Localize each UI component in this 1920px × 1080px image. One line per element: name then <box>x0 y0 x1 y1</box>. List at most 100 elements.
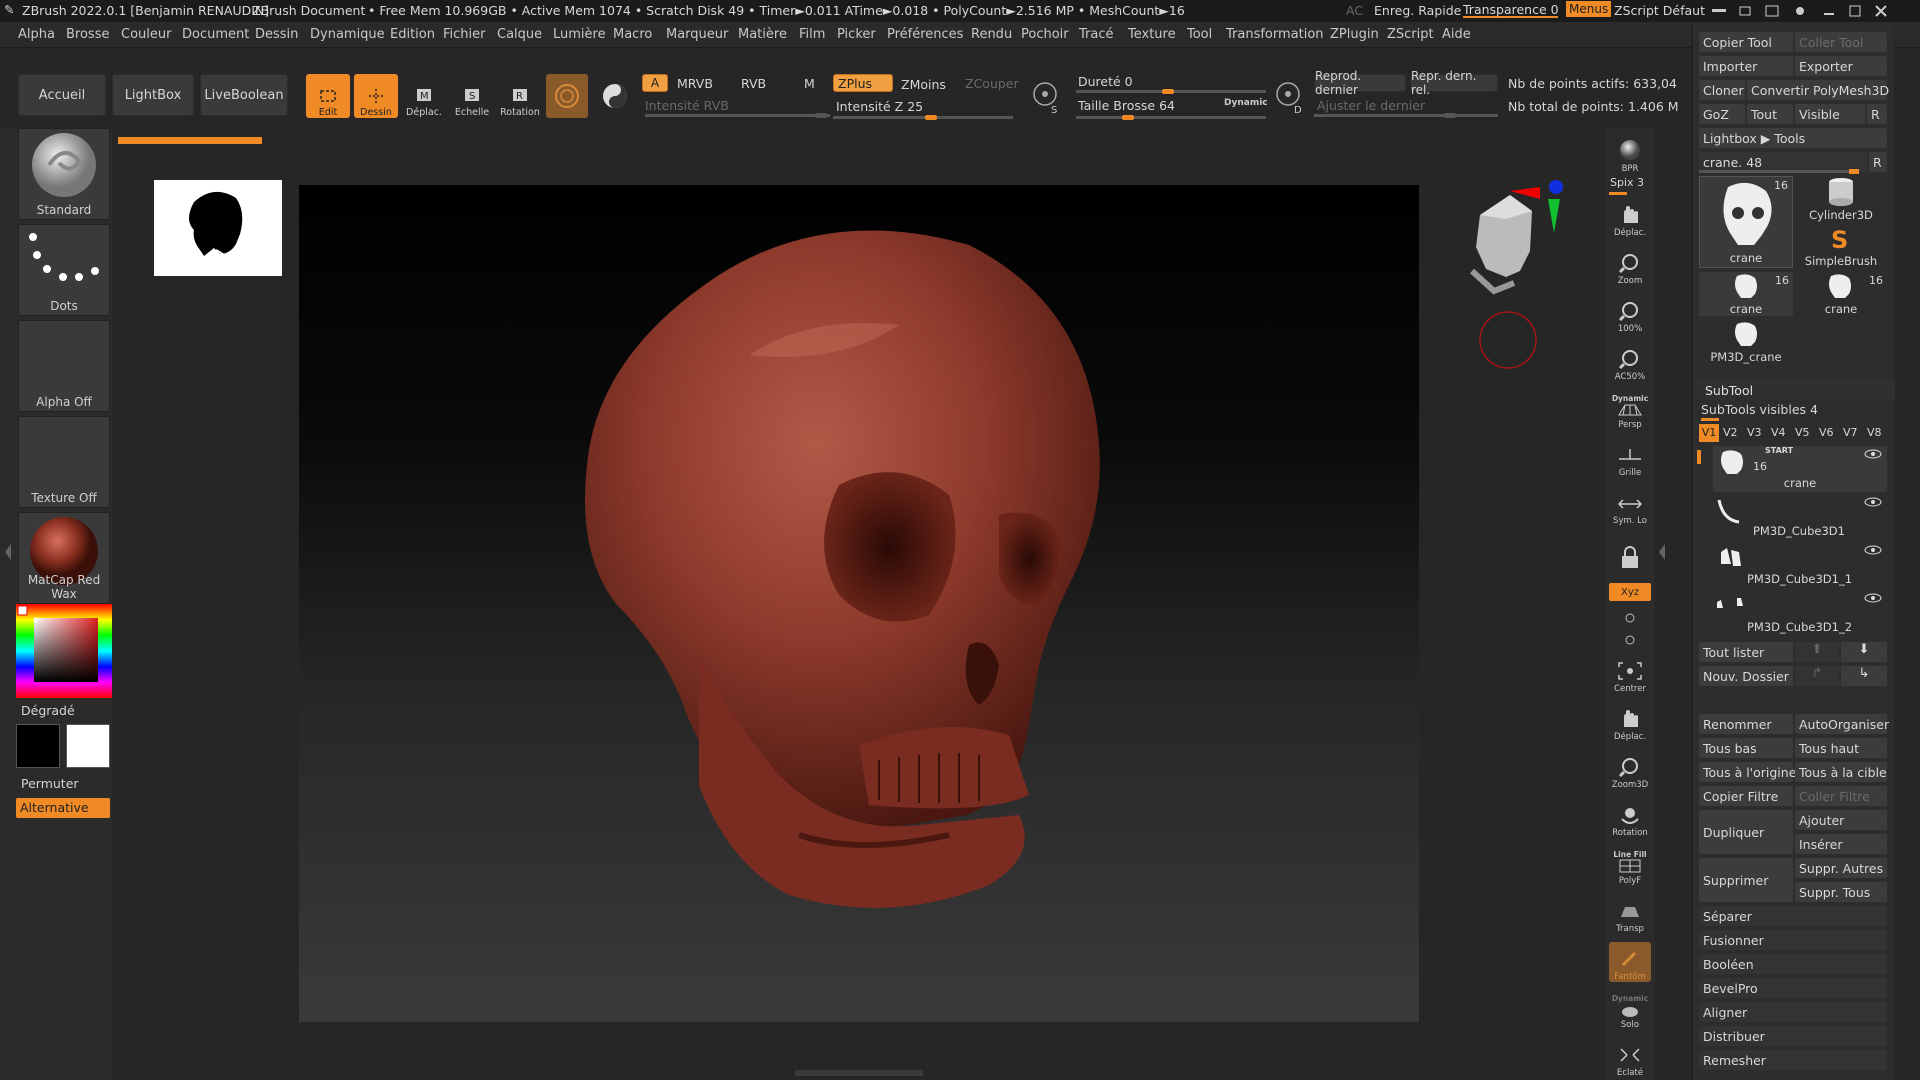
folder-down-arrow[interactable]: ↳ <box>1841 666 1887 686</box>
menu-preferences[interactable]: Préférences <box>887 27 963 42</box>
tool-r-button[interactable]: R <box>1869 152 1887 172</box>
local-symmetry-button[interactable]: Sym. Lo <box>1609 486 1651 526</box>
all-low-button[interactable]: Tous bas <box>1699 738 1793 758</box>
move-up-arrow[interactable]: ⬆ <box>1795 642 1839 662</box>
right-tray-collapse-arrow[interactable] <box>1658 540 1666 564</box>
goz-button[interactable]: GoZ <box>1699 104 1745 124</box>
secondary-color-swatch[interactable] <box>66 724 110 768</box>
rgb-intensity-track[interactable] <box>645 113 830 118</box>
rename-button[interactable]: Renommer <box>1699 714 1793 734</box>
version-tab-v6[interactable]: V6 <box>1819 426 1834 439</box>
subtool-row-pm3d-cube3d1[interactable]: PM3D_Cube3D1 <box>1713 494 1887 540</box>
duplicate-button[interactable]: Dupliquer <box>1699 810 1793 854</box>
liveboolean-button[interactable]: LiveBoolean <box>200 74 288 116</box>
merge-section[interactable]: Fusionner <box>1699 930 1887 950</box>
menu-alpha[interactable]: Alpha <box>18 27 55 42</box>
ghost-button[interactable]: Fantôm <box>1609 942 1651 982</box>
move-down-arrow[interactable]: ⬇ <box>1841 642 1887 662</box>
alternate-toggle[interactable]: Alternative <box>16 798 110 818</box>
actual-size-button[interactable]: 100% <box>1609 294 1651 334</box>
version-tab-v4[interactable]: V4 <box>1771 426 1786 439</box>
left-tray-collapse-arrow[interactable] <box>4 540 12 564</box>
mrgb-toggle[interactable]: MRVB <box>677 76 713 91</box>
menu-color[interactable]: Couleur <box>121 27 171 42</box>
rgb-intensity-slider[interactable]: Intensité RVB <box>645 98 729 113</box>
dynamic-toggle[interactable]: Dynamic <box>1224 98 1268 108</box>
lightbox-button[interactable]: LightBox <box>112 74 194 116</box>
eye-icon[interactable] <box>1863 448 1883 460</box>
frame-button[interactable]: Centrer <box>1609 654 1651 694</box>
material-selector[interactable]: MatCap Red Wax <box>18 512 110 604</box>
move-button[interactable]: M Déplac. <box>402 74 446 118</box>
menu-tool[interactable]: Tool <box>1187 27 1212 42</box>
menu-layer[interactable]: Calque <box>497 27 542 42</box>
xpose-button[interactable]: Eclaté <box>1609 1038 1651 1078</box>
hardness-slider[interactable]: Dureté 0 <box>1078 74 1133 89</box>
home-button[interactable]: Accueil <box>18 74 106 116</box>
polyframe-button[interactable]: Line Fill PolyF <box>1609 846 1651 886</box>
zoom-button[interactable]: Zoom <box>1609 246 1651 286</box>
delete-other-button[interactable]: Suppr. Autres <box>1795 858 1887 878</box>
bottom-scroll-handle[interactable] <box>795 1070 923 1076</box>
list-all-button[interactable]: Tout lister <box>1699 642 1793 662</box>
scroll-button[interactable]: Déplac. <box>1609 198 1651 238</box>
z-rotate-toggle[interactable] <box>1623 632 1637 646</box>
append-button[interactable]: Ajouter <box>1795 810 1887 830</box>
main-color-swatch[interactable] <box>16 724 60 768</box>
replay-last-button[interactable]: Reprod. dernier <box>1314 69 1406 97</box>
menu-draw[interactable]: Dessin <box>255 27 298 42</box>
paste-filter-button[interactable]: Coller Filtre <box>1795 786 1887 806</box>
bevelpro-section[interactable]: BevelPro <box>1699 978 1887 998</box>
menu-dynamics[interactable]: Dynamique <box>310 27 385 42</box>
delete-all-button[interactable]: Suppr. Tous <box>1795 882 1887 902</box>
menu-help[interactable]: Aide <box>1442 27 1471 42</box>
zscript-default[interactable]: ZScript Défaut <box>1614 3 1705 18</box>
make-polymesh-button[interactable]: Convertir PolyMesh3D <box>1747 80 1889 100</box>
tool-thumb-pm3d-crane[interactable]: PM3D_crane <box>1699 320 1793 364</box>
zoom-3d-button[interactable]: Zoom3D <box>1609 750 1651 790</box>
autoreorder-button[interactable]: AutoOrganiser <box>1795 714 1889 734</box>
subtool-row-pm3d-cube3d1-1[interactable]: PM3D_Cube3D1_1 <box>1713 542 1887 588</box>
copy-filter-button[interactable]: Copier Filtre <box>1699 786 1793 806</box>
subtool-row-pm3d-cube3d1-2[interactable]: PM3D_Cube3D1_2 <box>1713 590 1887 636</box>
aahalf-button[interactable]: AC50% <box>1609 342 1651 382</box>
floor-button[interactable]: Grille <box>1609 438 1651 478</box>
window-controls[interactable] <box>1710 3 1915 22</box>
rgb-toggle[interactable]: RVB <box>741 76 766 91</box>
rotate-button[interactable]: R Rotation <box>498 74 542 118</box>
edit-button[interactable]: Edit <box>306 74 350 118</box>
copy-tool-button[interactable]: Copier Tool <box>1699 32 1793 52</box>
menu-picker[interactable]: Picker <box>837 27 876 42</box>
version-tab-v7[interactable]: V7 <box>1843 426 1858 439</box>
xyz-rotate-toggle[interactable]: Xyz <box>1609 583 1651 601</box>
focal-shift-button[interactable]: S <box>1030 80 1066 116</box>
document-thumbnail[interactable] <box>154 180 282 276</box>
subtool-scroll-indicator[interactable] <box>1697 450 1701 464</box>
quicksave-button[interactable]: Enreg. Rapide <box>1374 3 1461 18</box>
menu-texture[interactable]: Texture <box>1128 27 1176 42</box>
folder-up-arrow[interactable]: ↱ <box>1795 666 1839 686</box>
all-to-home-button[interactable]: Tous à l'origine <box>1699 762 1796 782</box>
z-intensity-track[interactable] <box>833 115 1013 120</box>
menu-file[interactable]: Fichier <box>443 27 486 42</box>
tool-thumb-crane-main[interactable]: 16 crane <box>1699 176 1793 268</box>
all-to-target-button[interactable]: Tous à la cible <box>1795 762 1887 782</box>
eye-icon[interactable] <box>1863 496 1883 508</box>
texture-selector[interactable]: Texture Off <box>18 416 110 508</box>
remesh-section[interactable]: Remesher <box>1699 1050 1887 1070</box>
transp-button[interactable]: Transp <box>1609 894 1651 934</box>
navigation-gizmo[interactable] <box>1460 175 1570 375</box>
boolean-section[interactable]: Booléen <box>1699 954 1887 974</box>
menu-stroke[interactable]: Tracé <box>1079 27 1114 42</box>
draw-button[interactable]: Dessin <box>354 74 398 118</box>
menu-light[interactable]: Lumière <box>553 27 606 42</box>
spix-slider[interactable]: Spix 3 <box>1610 176 1644 189</box>
insert-button[interactable]: Insérer <box>1795 834 1887 854</box>
lightbox-tools-button[interactable]: Lightbox ▶ Tools <box>1699 128 1887 148</box>
switch-color-button[interactable]: Permuter <box>21 776 79 791</box>
persp-button[interactable]: Dynamic Persp <box>1609 390 1651 430</box>
new-folder-button[interactable]: Nouv. Dossier <box>1699 666 1793 686</box>
tool-thumb-simplebrush[interactable]: S SimpleBrush <box>1795 224 1887 268</box>
z-intensity-slider[interactable]: Intensité Z 25 <box>836 99 923 114</box>
menu-render[interactable]: Rendu <box>971 27 1012 42</box>
